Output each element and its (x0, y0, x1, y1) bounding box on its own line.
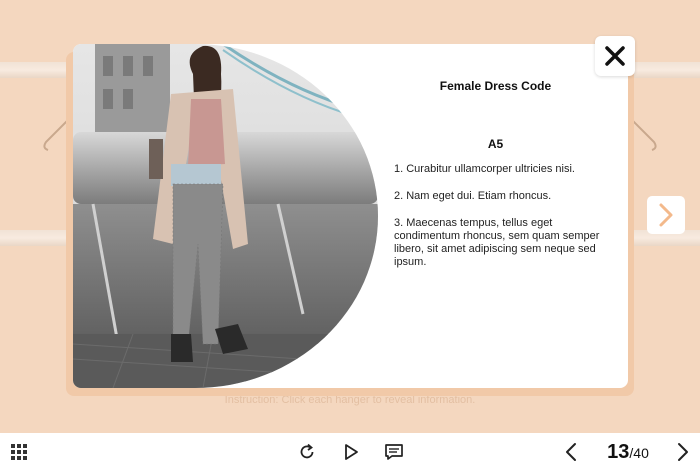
notes-icon (385, 444, 403, 460)
info-modal: Female Dress Code A5 1. Curabitur ullamc… (73, 44, 628, 388)
close-button[interactable] (595, 36, 635, 76)
chevron-right-icon (678, 443, 688, 461)
next-item-button[interactable] (647, 196, 685, 234)
info-point: 2. Nam eget dui. Etiam rhoncus. (394, 190, 552, 202)
next-slide-button[interactable] (672, 441, 694, 463)
section-heading: A5 (487, 137, 504, 151)
play-icon (345, 444, 358, 460)
hanger-right[interactable] (630, 118, 660, 158)
fashion-photo (73, 44, 378, 388)
page-current: 13 (607, 441, 630, 463)
page-total: 40 (633, 445, 649, 461)
replay-button[interactable] (296, 441, 318, 463)
grid-icon (11, 444, 27, 460)
chevron-right-icon (659, 203, 673, 227)
notes-button[interactable] (382, 441, 406, 463)
play-button[interactable] (340, 441, 362, 463)
chevron-left-icon (566, 443, 576, 461)
player-toolbar: 13/40 (0, 433, 700, 470)
menu-button[interactable] (8, 441, 30, 463)
close-icon (605, 46, 625, 66)
page-counter: 13/40 (598, 441, 658, 463)
previous-slide-button[interactable] (560, 441, 582, 463)
modal-title: Female Dress Code (439, 79, 552, 93)
info-point: 1. Curabitur ullamcorper ultricies nisi. (394, 163, 575, 175)
info-points: 1. Curabitur ullamcorper ultricies nisi.… (394, 163, 604, 283)
info-point: 3. Maecenas tempus, tellus eget condimen… (394, 217, 600, 268)
replay-icon (300, 443, 314, 459)
